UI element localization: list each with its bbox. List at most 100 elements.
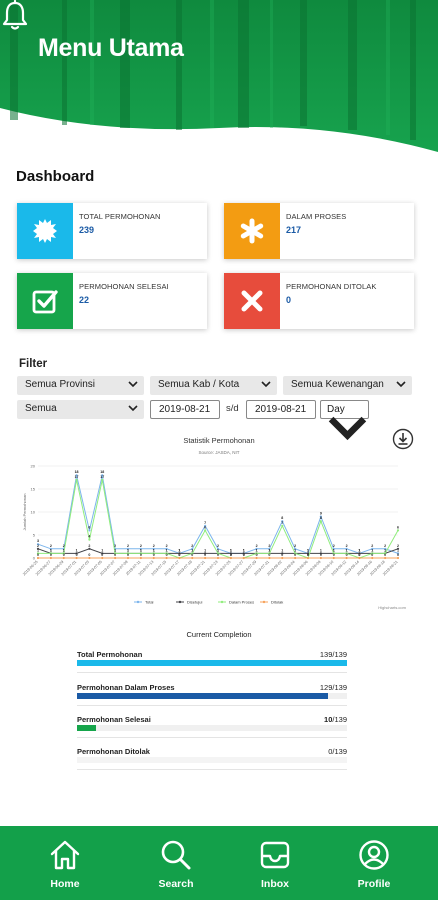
data-label: 0 <box>166 553 168 557</box>
data-point <box>396 556 400 560</box>
data-point <box>306 556 310 560</box>
data-point <box>229 556 232 560</box>
data-point <box>88 538 91 541</box>
progress-fill <box>77 725 97 731</box>
progress-fill <box>77 660 347 666</box>
nav-home[interactable]: Home <box>25 826 105 900</box>
data-label: 2 <box>256 544 258 548</box>
card-icon-box <box>17 273 73 329</box>
bell-icon[interactable] <box>0 0 30 32</box>
data-label: 2 <box>217 544 219 548</box>
data-label: 6 <box>204 525 206 529</box>
data-point <box>62 556 65 560</box>
y-tick-label: 15 <box>31 487 36 492</box>
data-label: 1 <box>320 548 322 552</box>
data-label: 18 <box>100 470 104 474</box>
card-value: 0 <box>286 295 292 305</box>
bottom-nav: Home Search Inbox Profile <box>0 826 438 900</box>
data-label: 8 <box>320 516 322 520</box>
data-label: 17 <box>100 475 104 479</box>
card-permohonan-ditolak[interactable]: PERMOHONAN DITOLAK 0 <box>224 273 414 329</box>
nav-profile[interactable]: Profile <box>334 826 414 900</box>
provinsi-value: Semua Provinsi <box>25 379 96 390</box>
kab-kota-value: Semua Kab / Kota <box>158 379 240 390</box>
nav-label: Search <box>158 878 194 890</box>
data-label: 0 <box>204 553 206 557</box>
kewenangan-select[interactable]: Semua Kewenangan <box>283 376 412 395</box>
nav-search[interactable]: Search <box>136 826 216 900</box>
card-total-permohonan[interactable]: TOTAL PERMOHONAN 239 <box>17 203 207 259</box>
data-point <box>36 556 40 560</box>
chart-credit: Highcharts.com <box>378 605 406 610</box>
progress-track <box>77 757 347 763</box>
data-point <box>294 556 297 560</box>
asterisk-icon <box>240 218 264 244</box>
chevron-down-icon <box>261 381 271 388</box>
divider <box>77 737 347 738</box>
provinsi-select[interactable]: Semua Provinsi <box>17 376 144 395</box>
data-label: 1 <box>371 548 373 552</box>
card-label: PERMOHONAN SELESAI <box>79 282 169 291</box>
data-point <box>255 556 258 560</box>
period-select[interactable]: Day <box>320 400 369 441</box>
data-point <box>242 556 245 560</box>
data-label: 2 <box>294 544 296 548</box>
data-label: 18 <box>75 470 79 474</box>
data-label: 7 <box>281 521 283 525</box>
data-point <box>75 556 78 560</box>
data-point <box>396 529 400 532</box>
chevron-down-icon <box>396 381 406 388</box>
data-label: 4 <box>88 535 90 539</box>
data-label: 0 <box>346 553 348 557</box>
kab-kota-select[interactable]: Semua Kab / Kota <box>150 376 277 395</box>
chevron-down-icon <box>128 405 138 412</box>
date-to-input[interactable]: 2019-08-21 <box>246 400 316 419</box>
data-point <box>101 478 104 481</box>
card-permohonan-selesai[interactable]: PERMOHONAN SELESAI 22 <box>17 273 207 329</box>
data-label: 0 <box>320 553 322 557</box>
completion-ratio: 129/139 <box>319 683 347 692</box>
forest-background <box>0 0 438 152</box>
data-label: 0 <box>153 553 155 557</box>
data-point <box>139 556 142 560</box>
semua-value: Semua <box>25 403 57 414</box>
data-point <box>204 556 207 560</box>
legend-label: Disetujui <box>187 600 202 605</box>
check-box-icon <box>32 290 58 314</box>
nav-inbox[interactable]: Inbox <box>235 826 315 900</box>
card-icon-box <box>224 273 280 329</box>
page-title: Menu Utama <box>38 34 184 62</box>
data-point <box>88 547 91 550</box>
data-label: 2 <box>397 544 399 548</box>
data-label: 2 <box>384 544 386 548</box>
header-banner: Menu Utama <box>0 0 438 160</box>
statistik-chart: Statistik Permohonan Source: JASDA, NIT … <box>16 428 422 614</box>
legend-dot <box>220 600 224 604</box>
data-label: 0 <box>294 553 296 557</box>
date-separator: s/d <box>226 403 239 414</box>
filter-label: Filter <box>19 358 48 370</box>
divider <box>77 769 347 770</box>
divider <box>77 705 347 706</box>
card-icon-box <box>224 203 280 259</box>
data-label: 1 <box>76 548 78 552</box>
data-label: 1 <box>191 548 193 552</box>
data-label: 0 <box>178 553 180 557</box>
data-label: 1 <box>153 548 155 552</box>
data-point <box>384 556 387 560</box>
data-label: 0 <box>101 553 103 557</box>
data-label: 8 <box>281 516 283 520</box>
date-from-input[interactable]: 2019-08-21 <box>150 400 220 419</box>
data-point <box>126 556 130 560</box>
completion-title: Current Completion <box>186 630 252 639</box>
card-dalam-proses[interactable]: DALAM PROSES 217 <box>224 203 414 259</box>
card-label: DALAM PROSES <box>286 212 347 221</box>
chart-plot: 05101520Jumlah Permohonan2019-06-252019-… <box>22 464 400 605</box>
period-value: Day <box>327 404 345 415</box>
data-label: 0 <box>114 553 116 557</box>
semua-select[interactable]: Semua <box>17 400 144 419</box>
card-icon-box <box>17 203 73 259</box>
y-tick-label: 20 <box>31 464 36 469</box>
data-label: 2 <box>346 544 348 548</box>
data-label: 1 <box>63 548 65 552</box>
